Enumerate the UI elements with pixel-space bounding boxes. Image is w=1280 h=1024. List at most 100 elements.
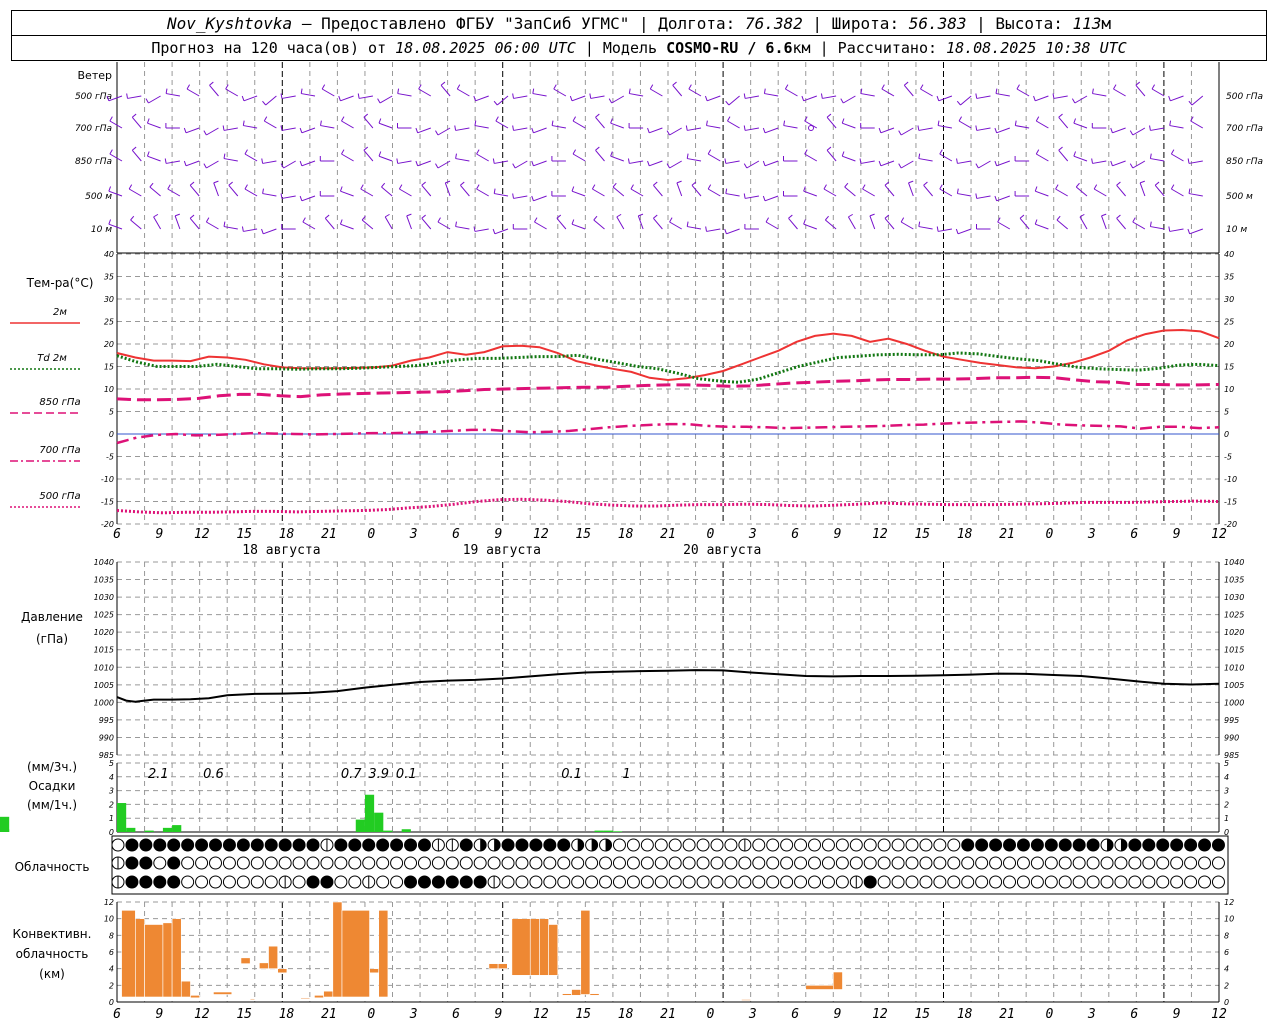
wind-barb xyxy=(359,95,373,99)
wind-barb-feather xyxy=(512,163,516,169)
cloud-symbol xyxy=(1016,856,1030,870)
precip-bar xyxy=(172,825,182,832)
wind-barb xyxy=(534,221,547,230)
wind-barb-feather xyxy=(454,125,457,131)
wind-barb xyxy=(513,127,528,131)
wind-barb-feather xyxy=(630,184,634,190)
wind-barb-feather xyxy=(415,127,419,133)
wind-barb xyxy=(475,95,489,102)
cloud-symbol xyxy=(390,838,404,852)
wind-barb-feather xyxy=(705,226,708,232)
wind-barb xyxy=(976,95,991,99)
wind-barb-feather xyxy=(1149,153,1152,159)
wind-barb xyxy=(1073,122,1088,129)
wind-barb xyxy=(440,84,451,97)
cloud-symbol xyxy=(905,875,919,889)
cloud-symbol xyxy=(877,838,891,852)
wind-barb-feather xyxy=(923,181,928,186)
cloud-symbol xyxy=(1156,838,1170,852)
wind-barb-feather xyxy=(571,186,575,192)
wind-barb-feather xyxy=(223,221,226,227)
wind-barb xyxy=(918,158,933,162)
wind-barb-feather xyxy=(1132,217,1136,223)
wind-barb xyxy=(1035,223,1049,230)
wind-barb-feather xyxy=(1035,149,1040,155)
cloud-symbol xyxy=(599,856,613,870)
hour-tick-label: 9 xyxy=(155,527,163,542)
temp-legend-label: 2м xyxy=(53,307,67,318)
wind-barb xyxy=(189,217,200,230)
hour-tick-label: 12 xyxy=(194,527,210,542)
cloud-symbol xyxy=(808,838,821,852)
wind-barb xyxy=(826,116,837,129)
cloud-symbol xyxy=(278,838,292,852)
temp-ytick-right: 15 xyxy=(1224,363,1234,372)
wind-barb xyxy=(823,188,837,197)
wind-barb xyxy=(707,188,721,197)
wind-barb xyxy=(706,228,721,232)
cloud-symbol xyxy=(821,838,835,852)
wind-barb xyxy=(788,217,798,230)
wind-barb-feather xyxy=(647,160,650,166)
wind-barb-feather xyxy=(474,120,477,126)
cloud-symbol xyxy=(1016,875,1030,889)
wind-barb-feather xyxy=(1071,98,1076,104)
conv-hour-tick-label: 3 xyxy=(1087,1007,1096,1022)
conv-cloud-bar xyxy=(213,991,233,995)
conv-cloud-bar xyxy=(589,993,600,996)
cloud-symbol xyxy=(1142,856,1156,870)
wind-barb xyxy=(1053,95,1068,99)
cloud-symbol xyxy=(1044,838,1058,852)
cloud-symbol xyxy=(1114,856,1128,870)
hour-tick-label: 18 xyxy=(957,527,973,542)
wind-barb-feather xyxy=(1116,181,1121,186)
wind-barb xyxy=(1188,193,1203,197)
wind-title: Ветер xyxy=(78,69,112,82)
wind-barb xyxy=(616,216,625,230)
wind-barb xyxy=(725,160,740,164)
wind-barb-feather xyxy=(551,120,554,126)
wind-barb xyxy=(406,215,412,230)
wind-barb-feather xyxy=(647,127,650,133)
temp-ytick-right: -5 xyxy=(1224,453,1232,462)
wind-barb xyxy=(687,226,702,230)
wind-barb xyxy=(281,195,296,199)
wind-barb-feather xyxy=(280,193,283,199)
cloud-symbol xyxy=(431,856,445,870)
wind-barb-feather xyxy=(280,125,283,131)
wind-barb-feather xyxy=(1058,146,1063,151)
cloud-symbol xyxy=(376,838,390,852)
wind-barb-feather xyxy=(128,184,133,190)
wind-barb-feather xyxy=(994,127,998,133)
temp-ytick-right: 35 xyxy=(1224,273,1234,282)
wind-barb xyxy=(939,153,953,162)
precip-bar xyxy=(126,827,136,832)
pressure-ytick-right: 1000 xyxy=(1224,698,1244,707)
cloud-symbol xyxy=(612,838,626,852)
wind-barb-feather xyxy=(512,193,515,199)
wind-barb xyxy=(572,120,586,129)
wind-barb-feather xyxy=(803,186,806,192)
cloud-symbol xyxy=(445,875,459,889)
conv-hour-tick-label: 9 xyxy=(1173,1007,1181,1022)
cloud-symbol-half xyxy=(577,839,584,851)
wind-barb xyxy=(147,122,161,129)
cloud-symbol xyxy=(668,856,682,870)
cloud-symbol xyxy=(264,875,278,889)
conv-cloud-bar xyxy=(562,993,572,996)
cloud-symbol xyxy=(808,875,821,889)
wind-barb-feather xyxy=(339,186,343,192)
wind-barb xyxy=(1189,228,1203,235)
cloud-symbol xyxy=(919,875,933,889)
wind-barb-feather xyxy=(727,116,731,122)
wind-barb-feather xyxy=(1188,188,1191,194)
wind-barb-feather xyxy=(455,221,457,227)
cloud-symbol xyxy=(710,875,724,889)
wind-barb xyxy=(1171,153,1184,162)
wind-barb-feather xyxy=(1151,84,1156,90)
conv-ytick-right: 0 xyxy=(1224,998,1229,1007)
wind-barb xyxy=(691,184,702,197)
cloud-symbol xyxy=(1058,856,1072,870)
cloud-symbol xyxy=(710,838,724,852)
wind-barb-feather xyxy=(1110,160,1113,166)
